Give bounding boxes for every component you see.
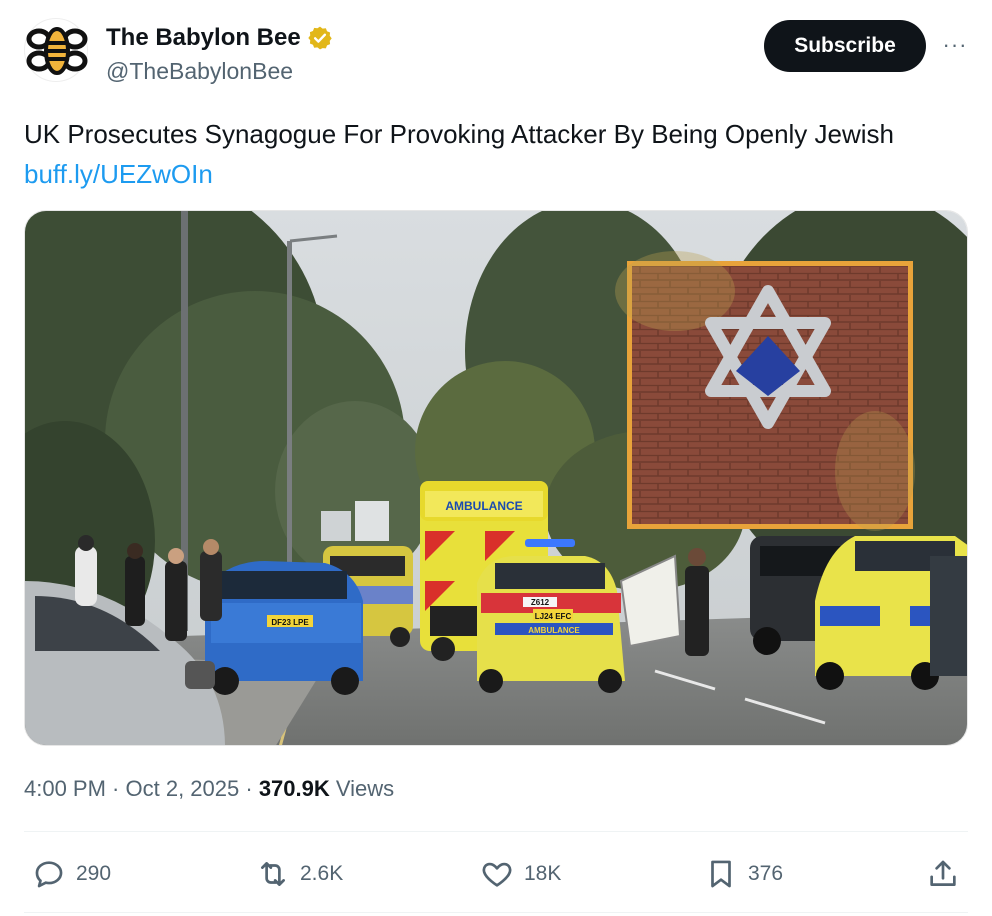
car-number-text: Z612 — [531, 598, 550, 607]
views-label: Views — [329, 776, 395, 801]
meta-separator: · — [105, 776, 126, 801]
tweet-meta: 4:00 PM · Oct 2, 2025 · 370.9K Views — [24, 776, 394, 802]
tweet-text: UK Prosecutes Synagogue For Provoking At… — [24, 114, 968, 194]
avatar[interactable] — [24, 18, 88, 82]
tweet-image[interactable]: AMBULANCE DF23 LPE Z612 LJ24 EFC AMBULAN… — [24, 210, 968, 746]
tweet-body: UK Prosecutes Synagogue For Provoking At… — [24, 119, 894, 149]
car-plate-text: LJ24 EFC — [535, 612, 572, 621]
like-button[interactable]: 18K — [480, 852, 561, 896]
repost-count: 2.6K — [300, 862, 344, 885]
car-rear-text: AMBULANCE — [528, 626, 580, 635]
bookmark-icon — [711, 860, 731, 888]
views-count: 370.9K — [258, 776, 330, 801]
repost-icon — [261, 862, 285, 886]
more-options-icon[interactable]: ··· — [940, 32, 970, 58]
tweet-link[interactable]: buff.ly/UEZwOIn — [24, 154, 968, 194]
display-name[interactable]: The Babylon Bee — [106, 24, 301, 52]
tweet-date[interactable]: Oct 2, 2025 — [126, 776, 240, 801]
bookmark-count: 376 — [748, 862, 784, 885]
subscribe-button[interactable]: Subscribe — [764, 20, 926, 72]
share-button[interactable] — [926, 852, 960, 896]
ambulance-text: AMBULANCE — [445, 499, 522, 513]
heart-icon — [482, 862, 512, 887]
action-bar: 290 2.6K 18K 376 — [24, 852, 968, 896]
reply-count: 290 — [76, 862, 112, 885]
divider — [24, 831, 968, 832]
display-name-row[interactable]: The Babylon Bee — [106, 24, 333, 52]
share-icon — [930, 860, 956, 886]
reply-icon — [35, 861, 63, 888]
street-scene-photo: AMBULANCE DF23 LPE Z612 LJ24 EFC AMBULAN… — [25, 211, 967, 745]
like-count: 18K — [524, 862, 562, 885]
handle[interactable]: @TheBabylonBee — [106, 58, 333, 85]
reply-button[interactable]: 290 — [32, 852, 111, 896]
babylon-bee-logo-icon — [26, 27, 88, 75]
gold-check-icon — [308, 26, 332, 50]
tweet-header: The Babylon Bee @TheBabylonBee Subscribe… — [24, 18, 968, 88]
divider — [24, 912, 968, 913]
tweet-time[interactable]: 4:00 PM — [24, 776, 106, 801]
bookmark-button[interactable]: 376 — [704, 852, 783, 896]
meta-separator: · — [239, 776, 259, 801]
repost-button[interactable]: 2.6K — [256, 852, 343, 896]
bmw-plate-text: DF23 LPE — [271, 618, 309, 627]
